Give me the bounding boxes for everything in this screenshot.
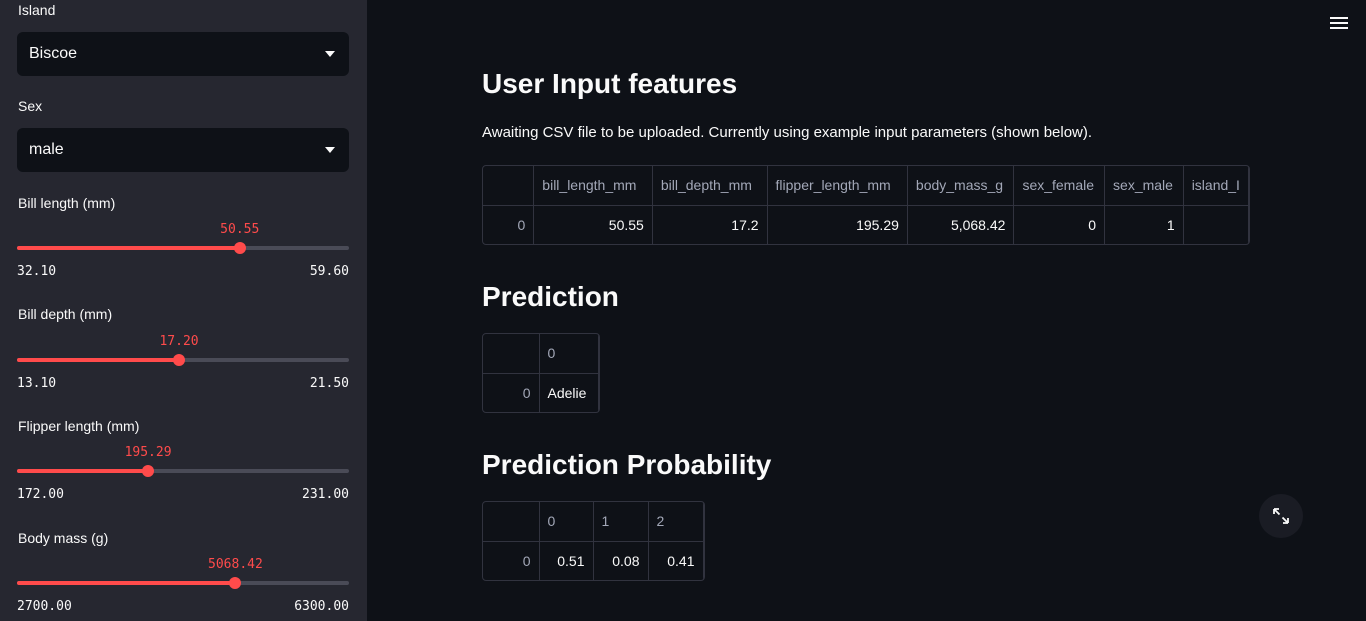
slider-thumb[interactable] xyxy=(173,354,186,366)
table-cell[interactable]: 50.55 xyxy=(533,205,653,244)
table-cell[interactable]: 0.41 xyxy=(648,541,704,580)
table-header-cell[interactable]: body_mass_g xyxy=(907,166,1015,206)
table-header-row: 012 xyxy=(483,502,704,542)
slider-value: 50.55 xyxy=(220,222,260,237)
island-label: Island xyxy=(18,2,56,18)
table-header-row: 0 xyxy=(483,334,599,374)
row-index-cell[interactable]: 0 xyxy=(483,205,535,244)
table-row: 0 50.55 17.2 195.29 5,068.42 0 1 xyxy=(483,205,1249,244)
prediction-probability-title: Prediction Probability xyxy=(482,449,772,480)
table-cell[interactable]: 0 xyxy=(1013,205,1106,244)
row-index-cell[interactable]: 0 xyxy=(483,541,540,580)
table-header-row: bill_length_mm bill_depth_mm flipper_lengt… xyxy=(483,166,1249,206)
table-header-cell[interactable]: bill_length_mm xyxy=(533,166,653,206)
hamburger-menu-icon[interactable] xyxy=(1330,14,1348,30)
table-cell[interactable]: 5,068.42 xyxy=(907,205,1015,244)
table-header-cell[interactable]: 1 xyxy=(593,502,649,542)
flipper-length-slider[interactable]: 195.29 172.00 231.00 xyxy=(17,427,349,511)
island-select-value: Biscoe xyxy=(29,45,78,62)
table-cell[interactable]: 0.51 xyxy=(539,541,594,580)
chevron-down-icon xyxy=(325,147,335,153)
slider-min: 13.10 xyxy=(17,376,57,391)
prediction-probability-table[interactable]: 012 0 0.51 0.08 0.41 xyxy=(482,501,705,581)
sidebar: Island Biscoe Sex male Bill length (mm) … xyxy=(0,0,367,621)
table-header-cell[interactable]: island_I xyxy=(1183,166,1249,206)
slider-fill xyxy=(17,469,149,473)
slider-value: 5068.42 xyxy=(208,557,263,572)
sex-select[interactable]: male xyxy=(17,128,349,172)
input-features-table[interactable]: bill_length_mm bill_depth_mm flipper_lengt… xyxy=(482,165,1250,245)
table-cell[interactable]: 17.2 xyxy=(652,205,768,244)
table-header-cell[interactable]: flipper_length_mm xyxy=(767,166,908,206)
table-cell[interactable]: 0.08 xyxy=(593,541,649,580)
table-cell[interactable] xyxy=(1183,205,1249,244)
slider-min: 2700.00 xyxy=(17,599,72,614)
sex-select-value: male xyxy=(29,141,64,158)
island-select[interactable]: Biscoe xyxy=(17,32,349,76)
slider-max: 231.00 xyxy=(302,487,349,502)
bill-length-slider[interactable]: 50.55 32.10 59.60 xyxy=(17,204,349,288)
input-features-title: User Input features xyxy=(482,68,738,99)
table-cell[interactable]: Adelie xyxy=(539,373,599,412)
slider-fill xyxy=(17,358,180,362)
row-index-cell[interactable]: 0 xyxy=(483,373,540,412)
table-header-cell[interactable]: 2 xyxy=(648,502,704,542)
slider-fill xyxy=(17,246,240,250)
sex-label: Sex xyxy=(18,98,43,114)
table-header-cell[interactable]: bill_depth_mm xyxy=(652,166,768,206)
table-header-cell[interactable]: sex_male xyxy=(1104,166,1184,206)
slider-track[interactable] xyxy=(17,469,349,473)
slider-fill xyxy=(17,581,236,585)
body-mass-slider[interactable]: 5068.42 2700.00 6300.00 xyxy=(17,539,349,621)
slider-track[interactable] xyxy=(17,581,349,585)
slider-track[interactable] xyxy=(17,246,349,250)
table-cell[interactable]: 195.29 xyxy=(767,205,908,244)
table-header-cell[interactable] xyxy=(483,166,535,206)
table-header-cell[interactable]: 0 xyxy=(539,502,594,542)
table-row: 0 Adelie xyxy=(483,373,599,412)
prediction-title: Prediction xyxy=(482,281,619,312)
input-caption: Awaiting CSV file to be uploaded. Curren… xyxy=(482,124,1093,141)
bill-depth-slider[interactable]: 17.20 13.10 21.50 xyxy=(17,316,349,400)
table-row: 0 0.51 0.08 0.41 xyxy=(483,541,704,580)
prediction-table[interactable]: 0 0 Adelie xyxy=(482,333,600,413)
slider-max: 21.50 xyxy=(309,376,349,391)
slider-thumb[interactable] xyxy=(142,465,155,477)
table-header-cell[interactable] xyxy=(483,502,540,542)
table-cell[interactable]: 1 xyxy=(1104,205,1184,244)
table-header-cell[interactable]: 0 xyxy=(539,334,599,374)
slider-min: 172.00 xyxy=(17,487,64,502)
slider-max: 6300.00 xyxy=(294,599,349,614)
slider-thumb[interactable] xyxy=(229,577,242,589)
slider-value: 195.29 xyxy=(124,445,172,460)
slider-max: 59.60 xyxy=(309,264,349,279)
table-header-cell[interactable]: sex_female xyxy=(1013,166,1106,206)
slider-thumb[interactable] xyxy=(233,242,246,254)
main-content: User Input features Awaiting CSV file to… xyxy=(367,0,1366,621)
slider-value: 17.20 xyxy=(159,334,199,349)
table-header-cell[interactable] xyxy=(483,334,540,374)
fullscreen-expand-icon[interactable] xyxy=(1259,494,1303,538)
slider-min: 32.10 xyxy=(17,264,57,279)
chevron-down-icon xyxy=(325,51,335,57)
